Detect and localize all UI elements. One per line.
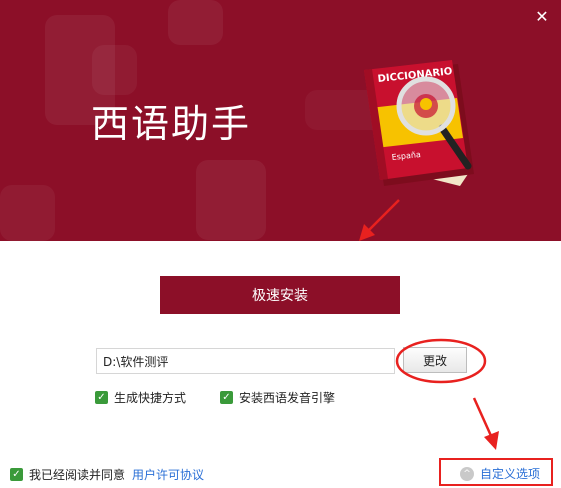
agree-checkbox-row[interactable]: ✓ 我已经阅读并同意 [10, 466, 125, 483]
decor-square [168, 0, 223, 45]
checkbox-checked-icon[interactable]: ✓ [10, 468, 23, 481]
header-banner: ✕ 西语助手 DICCIONARIO España [0, 0, 561, 241]
option-shortcut[interactable]: ✓ 生成快捷方式 [95, 389, 186, 406]
quick-install-button[interactable]: 极速安装 [160, 276, 400, 314]
coat-of-arms-center [420, 98, 432, 110]
checkbox-checked-icon[interactable]: ✓ [95, 391, 108, 404]
agree-label: 我已经阅读并同意 [29, 468, 126, 482]
decor-square [196, 160, 266, 240]
app-title: 西语助手 [91, 102, 252, 146]
annotation-ellipse [395, 338, 487, 384]
annotation-arrow-icon [359, 199, 400, 241]
option-pronunciation-label: 安装西语发音引擎 [239, 391, 336, 405]
option-pronunciation-engine[interactable]: ✓ 安装西语发音引擎 [220, 389, 335, 406]
license-agreement-link[interactable]: 用户许可协议 [132, 466, 204, 483]
close-icon[interactable]: ✕ [535, 7, 548, 26]
annotation-arrow-icon [472, 397, 499, 450]
option-shortcut-label: 生成快捷方式 [114, 391, 187, 405]
close-button[interactable]: ✕ [530, 6, 554, 28]
install-path-input[interactable] [96, 348, 395, 374]
dictionary-book-logo: DICCIONARIO España [364, 60, 474, 186]
decor-square [92, 45, 137, 95]
checkbox-checked-icon[interactable]: ✓ [220, 391, 233, 404]
custom-options-label[interactable]: 自定义选项 [480, 465, 540, 482]
custom-options-button[interactable]: ^ 自定义选项 [460, 465, 540, 482]
chevron-up-icon[interactable]: ^ [460, 466, 474, 481]
decor-square [0, 185, 55, 241]
